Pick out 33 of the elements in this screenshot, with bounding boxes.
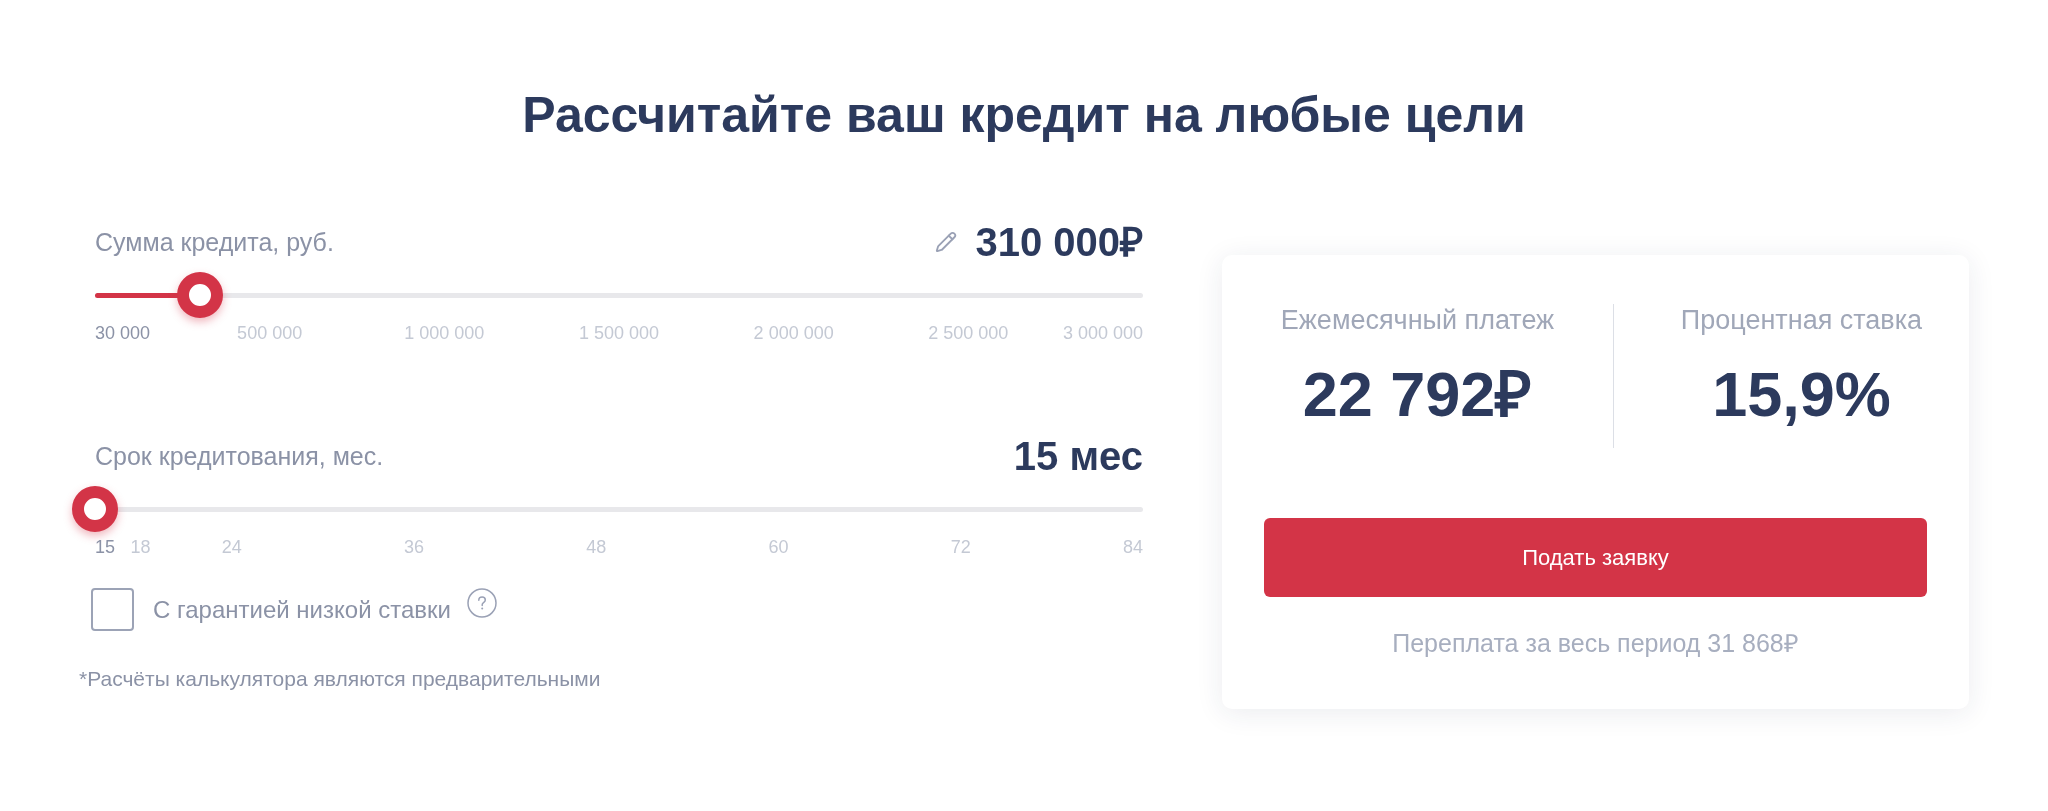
help-icon[interactable] — [466, 587, 497, 618]
page-title: Рассчитайте ваш кредит на любые цели — [522, 86, 1526, 145]
tick-label: 30 000 — [95, 322, 151, 344]
tick-label: 15 — [95, 536, 116, 558]
slider-value: 310 000₽ — [975, 222, 1143, 262]
checkbox-label[interactable]: С гарантией низкой ставки — [153, 597, 451, 622]
slider-label: Срок кредитования, мес. — [95, 443, 384, 469]
tick-label: 48 — [586, 536, 607, 558]
tick-label: 18 — [130, 536, 151, 558]
stat-label: Процентная ставка — [1680, 304, 1923, 336]
tick-label: 500 000 — [237, 322, 303, 344]
apply-button[interactable]: Подать заявку — [1264, 518, 1927, 597]
slider-label: Сумма кредита, руб. — [95, 229, 334, 255]
tick-label: 24 — [221, 536, 242, 558]
slider-thumb[interactable] — [176, 272, 223, 318]
tick-label: 84 — [1122, 536, 1143, 558]
pencil-icon[interactable] — [935, 231, 958, 253]
tick-label: 3 000 000 — [1062, 322, 1143, 344]
disclaimer-text: *Расчёты калькулятора являются предварительными — [79, 667, 602, 691]
slider-thumb[interactable] — [72, 486, 118, 532]
overpayment-text: Переплата за весь период 31 868₽ — [1392, 629, 1799, 657]
stat-label: Ежемесячный платеж — [1280, 304, 1555, 336]
tick-label: 1 500 000 — [578, 322, 660, 344]
slider-value: 15 мес — [1013, 436, 1143, 476]
checkbox[interactable] — [91, 588, 134, 631]
tick-label: 2 500 000 — [928, 322, 1009, 344]
tick-label: 1 000 000 — [404, 322, 485, 344]
stat-value: 15,9% — [1712, 360, 1891, 428]
tick-label: 72 — [950, 536, 971, 558]
tick-label: 2 000 000 — [753, 322, 834, 344]
tick-label: 36 — [403, 536, 424, 558]
tick-label: 60 — [768, 536, 789, 558]
stat-value: 22 792₽ — [1302, 360, 1533, 428]
